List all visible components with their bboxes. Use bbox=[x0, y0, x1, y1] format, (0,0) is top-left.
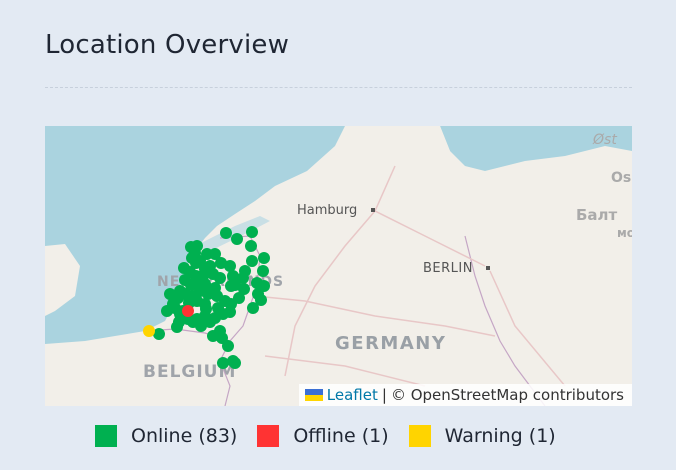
online-marker[interactable] bbox=[194, 285, 206, 297]
online-marker[interactable] bbox=[220, 227, 232, 239]
online-marker[interactable] bbox=[204, 316, 216, 328]
attribution-separator: | bbox=[381, 386, 387, 404]
online-marker[interactable] bbox=[229, 357, 241, 369]
legend-online-label: Online (83) bbox=[131, 425, 238, 447]
online-marker[interactable] bbox=[246, 255, 258, 267]
online-marker[interactable] bbox=[217, 357, 229, 369]
online-marker[interactable] bbox=[161, 305, 173, 317]
online-marker[interactable] bbox=[201, 248, 213, 260]
online-marker[interactable] bbox=[222, 340, 234, 352]
online-swatch bbox=[95, 425, 117, 447]
online-marker[interactable] bbox=[238, 283, 250, 295]
online-marker[interactable] bbox=[237, 272, 249, 284]
online-marker[interactable] bbox=[257, 265, 269, 277]
online-marker[interactable] bbox=[231, 233, 243, 245]
online-marker[interactable] bbox=[247, 302, 259, 314]
online-marker[interactable] bbox=[189, 247, 201, 259]
online-marker[interactable] bbox=[225, 280, 237, 292]
legend-offline: Offline (1) bbox=[257, 425, 389, 447]
legend-offline-label: Offline (1) bbox=[293, 425, 389, 447]
legend-warning-label: Warning (1) bbox=[444, 425, 556, 447]
divider bbox=[45, 87, 632, 88]
map-attribution: Leaflet | © OpenStreetMap contributors bbox=[298, 384, 632, 406]
legend-warning: Warning (1) bbox=[408, 425, 556, 447]
page-title: Location Overview bbox=[45, 30, 290, 60]
offline-marker[interactable] bbox=[182, 305, 194, 317]
leaflet-link[interactable]: Leaflet bbox=[327, 384, 378, 406]
online-marker[interactable] bbox=[245, 240, 257, 252]
legend-online: Online (83) bbox=[95, 425, 237, 447]
location-map[interactable]: Hamburg BERLIN GERMANY BELGIUM NETHERLAN… bbox=[45, 126, 632, 406]
online-marker[interactable] bbox=[258, 252, 270, 264]
online-marker[interactable] bbox=[200, 303, 212, 315]
warning-marker[interactable] bbox=[143, 325, 155, 337]
online-marker[interactable] bbox=[164, 288, 176, 300]
online-marker[interactable] bbox=[204, 260, 216, 272]
online-marker[interactable] bbox=[212, 302, 224, 314]
ukraine-flag-icon bbox=[304, 389, 323, 401]
offline-swatch bbox=[257, 425, 280, 447]
online-marker[interactable] bbox=[246, 226, 258, 238]
map-markers bbox=[143, 226, 270, 369]
warning-swatch bbox=[408, 425, 431, 447]
status-legend: Online (83) Offline (1) Warning (1) bbox=[95, 423, 576, 449]
osm-attribution: © OpenStreetMap contributors bbox=[390, 386, 624, 404]
